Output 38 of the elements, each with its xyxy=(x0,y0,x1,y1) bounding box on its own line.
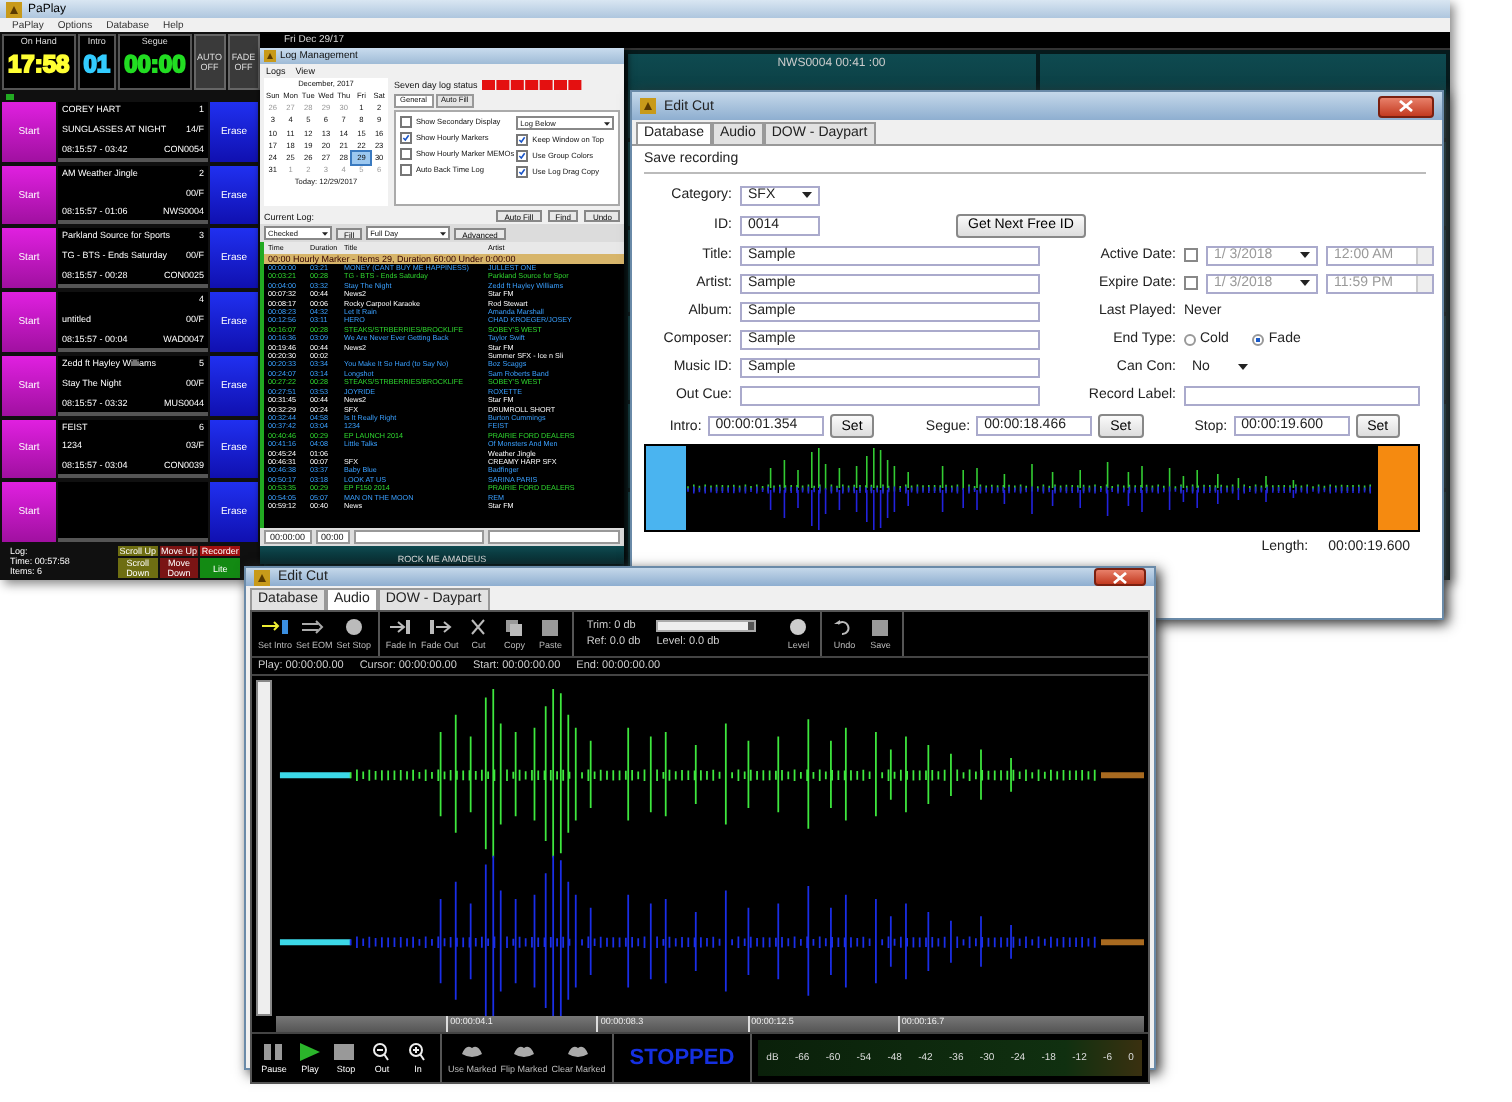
text-field[interactable] xyxy=(740,385,1040,405)
checkbox[interactable] xyxy=(400,132,412,144)
clock-value: 01 xyxy=(81,48,113,82)
caret-icon xyxy=(1238,364,1248,370)
radio-button[interactable] xyxy=(1184,333,1196,345)
caret-icon xyxy=(802,192,812,198)
app-icon xyxy=(640,98,656,114)
caret-icon xyxy=(1300,280,1310,286)
arrow-bar-icon xyxy=(259,618,291,638)
app-icon xyxy=(254,569,270,585)
caret-icon xyxy=(604,121,610,125)
close-icon xyxy=(1112,571,1128,583)
scrollbar[interactable] xyxy=(256,680,272,1016)
radio-button[interactable] xyxy=(1252,333,1265,345)
checkbox[interactable] xyxy=(516,150,529,162)
checkbox[interactable] xyxy=(400,164,412,176)
status-display: STOPPED xyxy=(613,1034,753,1082)
checkbox[interactable] xyxy=(516,166,529,178)
checkbox[interactable] xyxy=(516,134,529,146)
app-icon xyxy=(264,50,276,62)
checkbox[interactable] xyxy=(1184,276,1198,290)
close-button[interactable] xyxy=(1094,568,1146,586)
app-icon xyxy=(6,1,22,17)
trim-slider[interactable] xyxy=(656,620,757,632)
close-button[interactable] xyxy=(1378,95,1434,117)
input-field[interactable] xyxy=(353,530,485,544)
clock-value: 00:00 xyxy=(122,48,188,82)
checkbox[interactable] xyxy=(1184,248,1198,262)
day-status-indicators xyxy=(481,80,582,90)
input-field[interactable] xyxy=(488,530,621,544)
checkbox[interactable] xyxy=(400,148,412,160)
text-field[interactable] xyxy=(1184,385,1420,405)
close-icon xyxy=(1398,100,1414,112)
caret-icon xyxy=(440,231,447,235)
checkbox[interactable] xyxy=(400,116,412,128)
caret-icon xyxy=(322,231,328,235)
caret-icon xyxy=(1300,252,1310,258)
clock-value: 17:58 xyxy=(6,48,72,82)
